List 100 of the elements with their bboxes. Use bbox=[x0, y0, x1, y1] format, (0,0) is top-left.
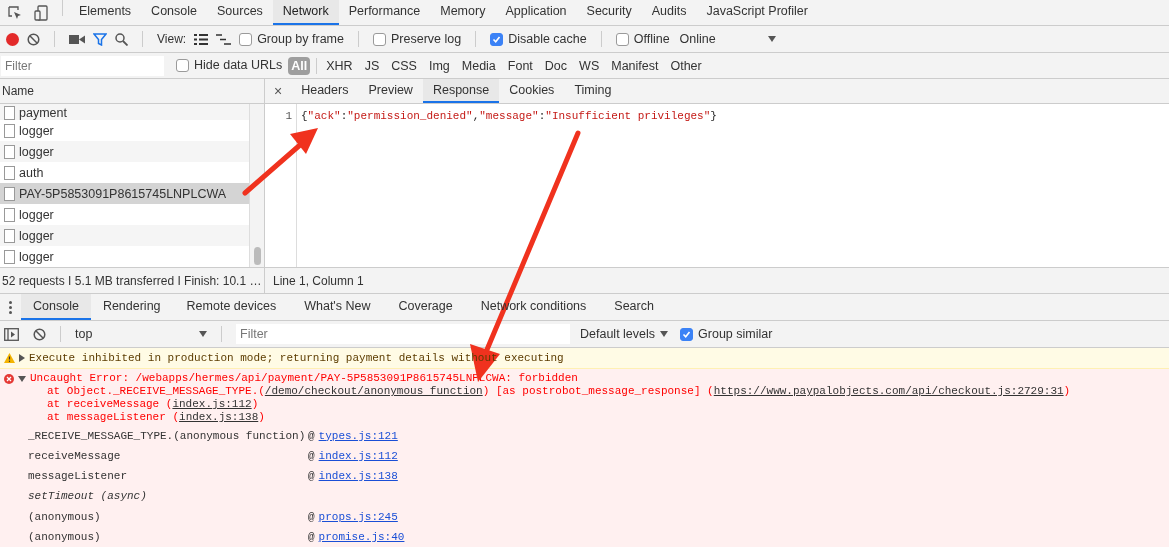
request-name: logger bbox=[19, 249, 54, 264]
checkbox-label: Offline bbox=[633, 30, 670, 48]
at-sign: @ bbox=[308, 468, 315, 484]
cursor-position: Line 1, Column 1 bbox=[265, 267, 1169, 293]
at-sign: @ bbox=[308, 509, 315, 525]
at-sign: @ bbox=[308, 448, 315, 464]
type-filter[interactable]: WS bbox=[576, 56, 603, 75]
drawer-tab[interactable]: Remote devices bbox=[172, 294, 291, 320]
checkbox[interactable] bbox=[680, 327, 694, 341]
type-filter[interactable]: Other bbox=[667, 56, 705, 75]
sidebar-toggle-icon[interactable] bbox=[4, 327, 19, 341]
checkmark-icon bbox=[492, 34, 502, 44]
source-link[interactable]: index.js:138 bbox=[179, 411, 259, 423]
clear-icon[interactable] bbox=[33, 327, 46, 341]
source-link[interactable]: types.js:121 bbox=[318, 427, 398, 445]
context-dropdown[interactable]: top bbox=[75, 324, 207, 344]
scrollbar-thumb[interactable] bbox=[253, 247, 261, 265]
inspect-icon[interactable] bbox=[8, 5, 22, 20]
source-link[interactable]: props.js:245 bbox=[318, 508, 398, 526]
file-icon bbox=[4, 207, 15, 222]
caret-icon bbox=[660, 331, 669, 337]
checkbox[interactable] bbox=[490, 32, 504, 46]
panel-tab[interactable]: Elements bbox=[69, 0, 142, 25]
source-link[interactable]: index.js:138 bbox=[318, 467, 398, 485]
filter-field[interactable]: Filter bbox=[1, 55, 164, 76]
panel-tab[interactable]: Audits bbox=[641, 0, 697, 25]
source-link[interactable]: promise.js:40 bbox=[318, 528, 405, 546]
request-row[interactable]: PAY-5P5853091P8615745LNPLCWA bbox=[0, 183, 249, 204]
panel-tab[interactable]: Network bbox=[272, 0, 339, 25]
panel-tab[interactable]: JavaScript Profiler bbox=[696, 0, 818, 25]
column-header[interactable]: Name bbox=[0, 79, 264, 104]
detail-tab[interactable]: Response bbox=[422, 79, 500, 103]
type-filter[interactable]: Manifest bbox=[608, 56, 662, 75]
checkbox-label: Group by frame bbox=[257, 30, 344, 48]
frame-function: (anonymous) bbox=[28, 509, 102, 525]
source-link[interactable]: index.js:112 bbox=[172, 398, 252, 410]
source-link[interactable]: /demo/checkout/anonymous function bbox=[264, 385, 483, 397]
detail-tab[interactable]: Cookies bbox=[499, 79, 565, 103]
type-filter[interactable]: Media bbox=[458, 56, 499, 75]
drawer-tab[interactable]: Console bbox=[21, 294, 91, 320]
waterfall-view-icon[interactable] bbox=[216, 33, 232, 45]
panel-tab[interactable]: Sources bbox=[207, 0, 273, 25]
video-camera-icon[interactable] bbox=[69, 33, 85, 45]
panel-tab[interactable]: Application bbox=[495, 0, 577, 25]
drawer-tab[interactable]: Rendering bbox=[90, 294, 173, 320]
drawer-tab[interactable]: Coverage bbox=[384, 294, 467, 320]
close-button[interactable]: × bbox=[265, 79, 292, 103]
checkbox[interactable] bbox=[373, 32, 386, 46]
expanded-arrow-icon[interactable] bbox=[18, 375, 26, 382]
type-filter[interactable]: Font bbox=[504, 56, 536, 75]
checkbox-label: Group similar bbox=[698, 325, 773, 343]
filter-icon[interactable] bbox=[93, 32, 107, 46]
caret-icon bbox=[767, 36, 776, 42]
type-filter[interactable]: Img bbox=[425, 56, 453, 75]
expand-arrow-icon[interactable] bbox=[19, 354, 25, 362]
type-filter[interactable]: CSS bbox=[388, 56, 420, 75]
file-icon bbox=[4, 249, 15, 264]
type-filter[interactable]: JS bbox=[361, 56, 383, 75]
checkbox[interactable] bbox=[239, 32, 253, 46]
type-filter[interactable]: XHR bbox=[323, 56, 356, 75]
request-name: logger bbox=[19, 207, 54, 222]
frame-function: (anonymous) bbox=[28, 529, 102, 545]
detail-tab[interactable]: Headers bbox=[291, 79, 359, 103]
request-row[interactable]: logger bbox=[0, 141, 249, 162]
request-row[interactable]: logger bbox=[0, 225, 249, 246]
detail-tab[interactable]: Preview bbox=[358, 79, 423, 103]
request-name: logger bbox=[19, 228, 54, 243]
line-number: 1 bbox=[285, 110, 292, 122]
levels-dropdown[interactable]: Default levels bbox=[580, 324, 669, 344]
source-link[interactable]: index.js:112 bbox=[318, 447, 398, 465]
warning-icon bbox=[4, 353, 15, 363]
detail-tab[interactable]: Timing bbox=[564, 79, 622, 103]
panel-tab[interactable]: Security bbox=[576, 0, 642, 25]
panel-tab[interactable]: Memory bbox=[430, 0, 496, 25]
device-icon[interactable] bbox=[34, 4, 48, 21]
status-summary: 52 requests I 5.1 MB transferred I Finish: 10.1 … bbox=[0, 267, 264, 293]
more-icon[interactable] bbox=[9, 300, 12, 314]
drawer-tab[interactable]: Search bbox=[600, 294, 668, 320]
type-filter[interactable]: Doc bbox=[541, 56, 571, 75]
request-name: logger bbox=[19, 123, 54, 138]
response-body: {"ack":"permission_denied","message":"Insufficient privileges"} bbox=[301, 110, 717, 122]
list-view-icon[interactable] bbox=[194, 33, 209, 45]
async-separator: setTimeout (async) bbox=[28, 489, 147, 505]
checkbox[interactable] bbox=[615, 32, 629, 46]
request-row[interactable]: payment bbox=[0, 104, 249, 120]
source-link[interactable]: https://www.paypalobjects.com/api/checkout.js:2729:31 bbox=[713, 385, 1064, 397]
record-button[interactable] bbox=[6, 32, 19, 46]
checkbox-label: Disable cache bbox=[508, 30, 587, 48]
panel-tab[interactable]: Console bbox=[141, 0, 207, 25]
at-sign: @ bbox=[308, 428, 315, 444]
checkmark-icon bbox=[682, 329, 692, 339]
panel-tab[interactable]: Performance bbox=[338, 0, 431, 25]
throttling-dropdown[interactable]: Online bbox=[679, 29, 776, 49]
checkbox[interactable] bbox=[176, 59, 189, 72]
clear-icon[interactable] bbox=[27, 32, 40, 46]
checkbox-label: Hide data URLs bbox=[194, 57, 283, 75]
checkbox-label: Preserve log bbox=[391, 30, 462, 48]
console-filter-field[interactable]: Filter bbox=[236, 324, 570, 344]
search-icon[interactable] bbox=[115, 32, 128, 46]
drawer-tab[interactable]: What's New bbox=[290, 294, 385, 320]
